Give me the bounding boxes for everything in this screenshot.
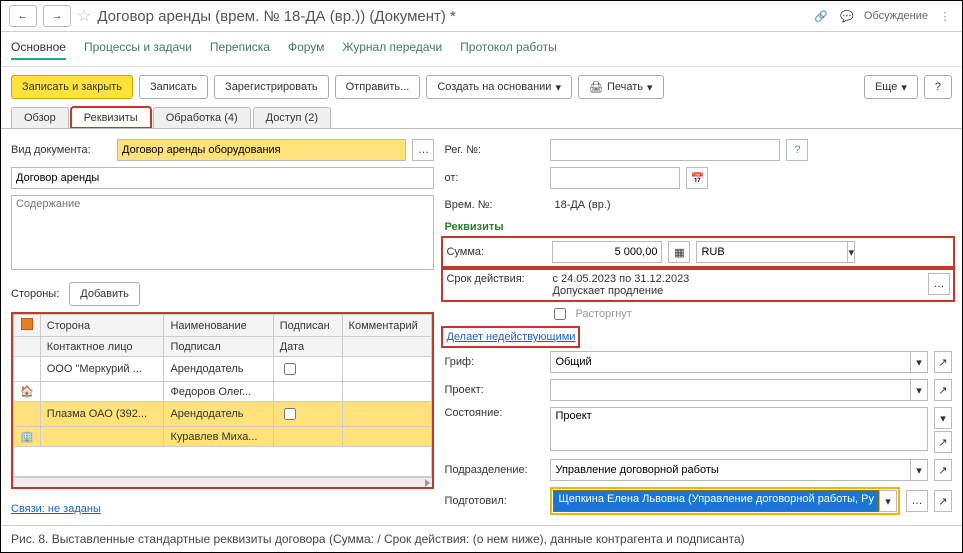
table-row[interactable]: Плазма ОАО (392... Арендодатель: [14, 402, 432, 427]
star-icon[interactable]: ☆: [77, 6, 91, 26]
register-button[interactable]: Зарегистрировать: [214, 75, 329, 99]
print-button[interactable]: 🖨 Печать ▾: [578, 75, 664, 99]
building-icon: 🏢: [20, 431, 34, 443]
state-input[interactable]: Проект: [550, 407, 928, 451]
state-dd[interactable]: ▾: [934, 407, 952, 429]
house-icon: 🏠: [20, 386, 34, 398]
project-input[interactable]: [550, 379, 910, 401]
prep-select[interactable]: …: [906, 490, 928, 512]
dept-dd[interactable]: ▾: [910, 459, 928, 481]
project-open[interactable]: ↗: [934, 379, 952, 401]
col-side[interactable]: Сторона: [40, 315, 164, 337]
prep-dd[interactable]: ▾: [879, 490, 897, 512]
col-signed[interactable]: Подписан: [273, 315, 342, 337]
grif-input[interactable]: [550, 351, 910, 373]
invalidates-link[interactable]: Делает недействующими: [446, 331, 575, 343]
link-journal[interactable]: Журнал передачи: [342, 40, 442, 60]
figure-caption: Рис. 8. Выставленные стандартные реквизи…: [1, 525, 962, 552]
project-label: Проект:: [444, 384, 544, 396]
table-row-empty: [14, 447, 432, 477]
tab-proc[interactable]: Обработка (4): [153, 107, 251, 128]
table-row[interactable]: 🏠 Федоров Олег...: [14, 382, 432, 402]
temp-label: Врем. №:: [444, 199, 544, 211]
chat-icon[interactable]: 💬: [838, 7, 856, 25]
project-dd[interactable]: ▾: [910, 379, 928, 401]
sum-label: Сумма:: [446, 246, 546, 258]
dept-open[interactable]: ↗: [934, 459, 952, 481]
reg-label: Рег. №:: [444, 144, 544, 156]
add-party-button[interactable]: Добавить: [69, 282, 140, 306]
kind-label: Вид документа:: [11, 144, 111, 156]
signed-checkbox[interactable]: [284, 363, 296, 375]
kind-input[interactable]: [117, 139, 406, 161]
reg-input[interactable]: [550, 139, 780, 161]
dept-input[interactable]: [550, 459, 910, 481]
state-open[interactable]: ↗: [934, 431, 952, 453]
parties-label: Стороны:: [11, 288, 59, 300]
links-not-set[interactable]: Связи: не заданы: [11, 503, 101, 515]
kind-select-button[interactable]: …: [412, 139, 434, 161]
subject-input[interactable]: [11, 167, 434, 189]
grif-dd[interactable]: ▾: [910, 351, 928, 373]
dept-label: Подразделение:: [444, 464, 544, 476]
save-close-button[interactable]: Записать и закрыть: [11, 75, 133, 99]
send-button[interactable]: Отправить...: [335, 75, 421, 99]
col-date[interactable]: Дата: [273, 337, 342, 357]
currency-dd[interactable]: ▾: [847, 241, 855, 263]
grif-open[interactable]: ↗: [934, 351, 952, 373]
link-main[interactable]: Основное: [11, 40, 66, 60]
calendar-icon[interactable]: 📅: [686, 167, 708, 189]
tab-req[interactable]: Реквизиты: [71, 107, 151, 128]
prep-input[interactable]: Щепкина Елена Львовна (Управление догово…: [553, 490, 879, 512]
signed-checkbox[interactable]: [284, 408, 296, 420]
chevron-down-icon: ▾: [647, 81, 653, 94]
col-contact[interactable]: Контактное лицо: [40, 337, 164, 357]
prep-label: Подготовил:: [444, 495, 544, 507]
h-scrollbar[interactable]: [13, 477, 432, 487]
save-button[interactable]: Записать: [139, 75, 208, 99]
col-icon: [14, 315, 41, 337]
sum-input[interactable]: [552, 241, 662, 263]
create-based-button[interactable]: Создать на основании ▾: [426, 75, 572, 99]
period-button[interactable]: …: [928, 273, 950, 295]
more-icon[interactable]: ⋮: [936, 7, 954, 25]
currency-input[interactable]: [696, 241, 847, 263]
table-row[interactable]: ООО "Меркурий ... Арендодатель: [14, 357, 432, 382]
nav-fwd[interactable]: →: [43, 5, 71, 27]
reg-help[interactable]: ?: [786, 139, 808, 161]
link-icon[interactable]: 🔗: [812, 7, 830, 25]
parties-table: Сторона Наименование Подписан Комментари…: [11, 312, 434, 489]
discussion-link[interactable]: Обсуждение: [864, 10, 928, 22]
link-proc[interactable]: Процессы и задачи: [84, 40, 192, 60]
nav-back[interactable]: ←: [9, 5, 37, 27]
calc-icon[interactable]: ▦: [668, 241, 690, 263]
temp-value: 18-ДА (вр.): [550, 195, 614, 215]
tab-access[interactable]: Доступ (2): [253, 107, 331, 128]
period-label: Срок действия:: [446, 273, 546, 285]
chevron-down-icon: ▾: [555, 81, 561, 94]
col-name[interactable]: Наименование: [164, 315, 273, 337]
table-row[interactable]: 🏢 Куравлев Миха...: [14, 427, 432, 447]
terminated-label: Расторгнут: [575, 308, 631, 320]
state-label: Состояние:: [444, 407, 544, 419]
link-proto[interactable]: Протокол работы: [460, 40, 557, 60]
help-button[interactable]: ?: [924, 75, 952, 99]
terminated-checkbox[interactable]: [554, 308, 566, 320]
content-textarea[interactable]: [11, 195, 434, 270]
col-signed2[interactable]: Подписал: [164, 337, 273, 357]
col-comment[interactable]: Комментарий: [342, 315, 432, 337]
tab-overview[interactable]: Обзор: [11, 107, 69, 128]
link-forum[interactable]: Форум: [288, 40, 324, 60]
more-button[interactable]: Еще ▾: [864, 75, 918, 99]
link-corr[interactable]: Переписка: [210, 40, 270, 60]
from-label: от:: [444, 172, 544, 184]
from-input[interactable]: [550, 167, 680, 189]
period-text: с 24.05.2023 по 31.12.2023 Допускает про…: [552, 273, 922, 297]
req-header: Реквизиты: [444, 221, 952, 233]
grif-label: Гриф:: [444, 356, 544, 368]
page-title: Договор аренды (врем. № 18-ДА (вр.)) (До…: [97, 8, 806, 25]
prep-open[interactable]: ↗: [934, 490, 952, 512]
